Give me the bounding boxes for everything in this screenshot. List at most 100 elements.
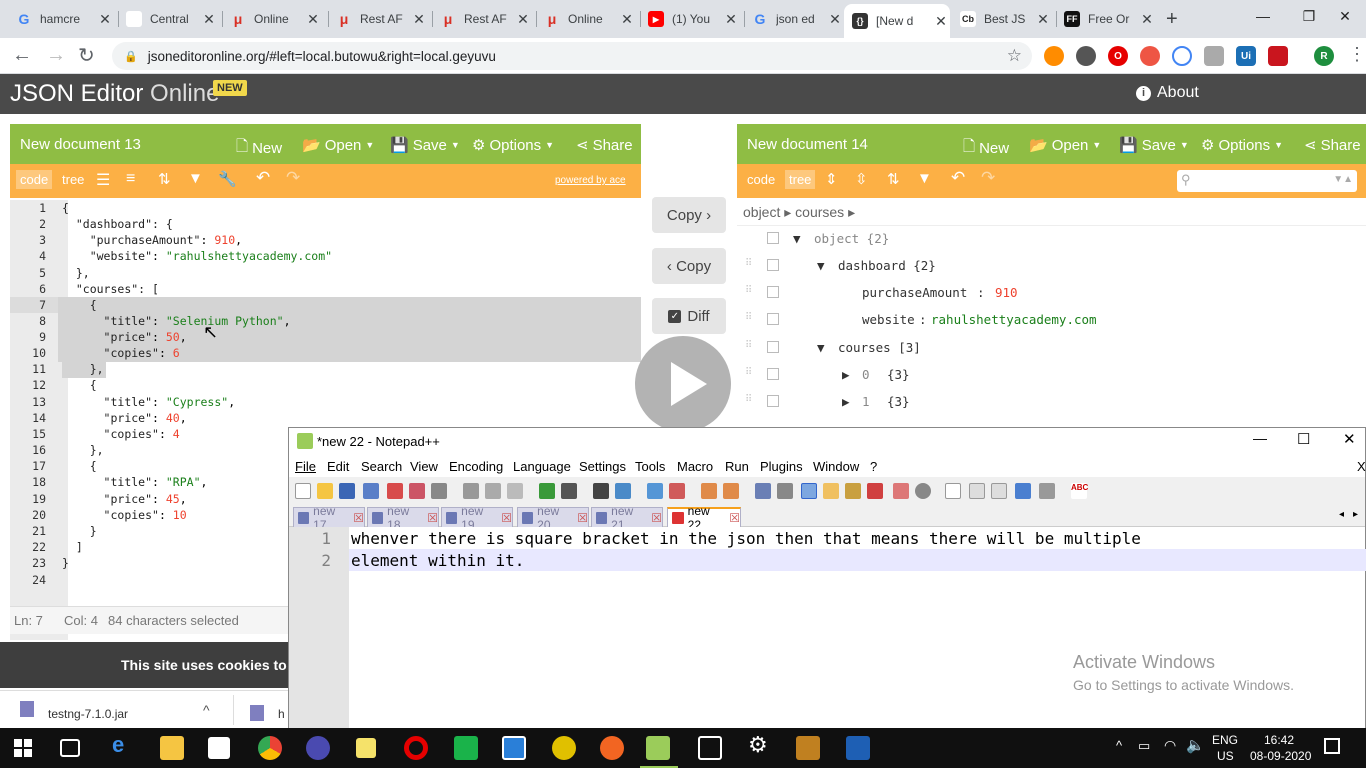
repair-icon[interactable]: 🔧 — [218, 170, 237, 188]
row-checkbox[interactable] — [767, 368, 779, 380]
browser-tab[interactable]: μ Online ✕ — [222, 6, 322, 32]
opera-extension-icon[interactable]: O — [1108, 46, 1128, 66]
chevron-up-icon[interactable]: ^ — [203, 702, 210, 718]
extension-icon[interactable] — [1204, 46, 1224, 66]
photos-icon[interactable] — [698, 736, 722, 760]
notification-icon[interactable] — [1324, 738, 1340, 754]
close-tab-icon[interactable]: ☒ — [427, 511, 438, 525]
sort-icon[interactable]: ⇅ — [158, 170, 171, 188]
word-wrap-icon[interactable] — [755, 483, 771, 499]
browser-tab[interactable]: G hamcre ✕ — [8, 6, 114, 32]
redo-icon[interactable] — [561, 483, 577, 499]
tree-mode-button[interactable]: tree — [785, 170, 816, 189]
collapsed-icon[interactable]: ▶ — [842, 394, 850, 409]
document-name[interactable]: New document 13 — [20, 136, 141, 153]
profile-avatar[interactable]: R — [1314, 46, 1334, 66]
settings-gear-icon[interactable]: ⚙ — [748, 732, 772, 757]
bookmark-star-icon[interactable]: ☆ — [1007, 46, 1022, 66]
undo-icon[interactable] — [539, 483, 555, 499]
close-tab-icon[interactable]: ✕ — [722, 11, 740, 28]
close-tab-icon[interactable]: ☒ — [501, 511, 512, 525]
share-button[interactable]: ⋖ Share — [1304, 136, 1361, 155]
redo-icon[interactable]: ↷ — [286, 168, 300, 188]
monitor-icon[interactable] — [893, 483, 909, 499]
tree-row-item[interactable]: ⠿ ▶ 1 {3} — [737, 388, 1366, 415]
spell-check-icon[interactable]: ABC — [1071, 483, 1088, 499]
doc-tab[interactable]: new 20 ☒ — [517, 504, 589, 532]
new-button[interactable]: 🗋 New — [963, 136, 1009, 161]
extension-icon[interactable] — [1172, 46, 1192, 66]
menu-language[interactable]: Language — [513, 459, 571, 474]
paste-icon[interactable] — [507, 483, 523, 499]
tree-mode-button[interactable]: tree — [62, 172, 84, 187]
tree-row-dashboard[interactable]: ⠿ ▼ dashboard {2} — [737, 252, 1366, 279]
expand-icon[interactable]: ▼ — [817, 258, 825, 273]
close-window-icon[interactable]: ✕ — [1343, 430, 1356, 448]
replace-icon[interactable] — [615, 483, 631, 499]
app-icon[interactable] — [502, 736, 526, 760]
play-macro-icon[interactable] — [991, 483, 1007, 499]
menu-close-doc[interactable]: X — [1357, 459, 1366, 474]
row-checkbox[interactable] — [767, 313, 779, 325]
doc-tab-active[interactable]: new 22 ☒ — [667, 504, 741, 532]
menu-file[interactable]: File — [295, 459, 316, 474]
battery-icon[interactable]: ▭ — [1138, 738, 1150, 754]
macro-icon[interactable] — [915, 483, 931, 499]
new-tab-icon[interactable]: + — [1166, 8, 1178, 31]
open-button[interactable]: 📂 Open ▼ — [302, 136, 374, 155]
row-checkbox[interactable] — [767, 286, 779, 298]
notepad-editor[interactable]: 1 whenver there is square bracket in the… — [289, 527, 1366, 729]
wifi-icon[interactable]: ◠ — [1164, 737, 1176, 754]
menu-macro[interactable]: Macro — [677, 459, 713, 474]
extension-icon[interactable]: Ui — [1236, 46, 1256, 66]
tree-row-purchase[interactable]: ⠿ purchaseAmount : 910 — [737, 279, 1366, 306]
store-icon[interactable] — [208, 737, 230, 759]
tree-row-courses[interactable]: ⠿ ▼ courses [3] — [737, 334, 1366, 361]
save-all-icon[interactable] — [363, 483, 379, 499]
sticky-notes-icon[interactable] — [356, 738, 376, 758]
word-icon[interactable] — [846, 736, 870, 760]
sync-v-icon[interactable] — [701, 483, 717, 499]
drag-handle-icon[interactable]: ⠿ — [745, 340, 755, 354]
close-tab-icon[interactable]: ✕ — [1034, 11, 1052, 28]
close-tab-icon[interactable]: ✕ — [200, 11, 218, 28]
chrome-icon[interactable] — [258, 736, 282, 760]
close-tab-icon[interactable]: ☒ — [729, 511, 740, 525]
close-tab-icon[interactable]: ✕ — [618, 11, 636, 28]
row-checkbox[interactable] — [767, 259, 779, 271]
open-file-icon[interactable] — [317, 483, 333, 499]
doc-tab[interactable]: new 18 ☒ — [367, 504, 439, 532]
doc-tab[interactable]: new 19 ☒ — [441, 504, 513, 532]
folder-workspace-icon[interactable] — [867, 483, 883, 499]
cut-icon[interactable] — [463, 483, 479, 499]
menu-plugins[interactable]: Plugins — [760, 459, 803, 474]
new-file-icon[interactable] — [295, 483, 311, 499]
tree-row-item[interactable]: ⠿ ▶ 0 {3} — [737, 361, 1366, 388]
expand-icon[interactable]: ▼ — [817, 340, 825, 355]
function-list-icon[interactable] — [845, 483, 861, 499]
close-tab-icon[interactable]: ✕ — [826, 11, 844, 28]
copy-left-button[interactable]: ‹ Copy — [652, 248, 726, 284]
app-icon[interactable] — [306, 736, 330, 760]
app-icon[interactable] — [454, 736, 478, 760]
expand-icon[interactable]: ▼ — [793, 231, 801, 246]
drag-handle-icon[interactable]: ⠿ — [745, 258, 755, 272]
save-button[interactable]: 💾 Save ▼ — [390, 136, 460, 155]
browser-tab[interactable]: μ Online ✕ — [536, 6, 636, 32]
close-tab-icon[interactable]: ✕ — [304, 11, 322, 28]
row-checkbox[interactable] — [767, 395, 779, 407]
drag-handle-icon[interactable]: ⠿ — [745, 367, 755, 381]
indent-guide-icon[interactable] — [801, 483, 817, 499]
browser-tab-active[interactable]: {} [New d ✕ — [844, 4, 950, 38]
about-link[interactable]: i About — [1136, 84, 1199, 102]
minimize-icon[interactable]: — — [1253, 430, 1267, 446]
menu-tools[interactable]: Tools — [635, 459, 665, 474]
powered-by-ace-link[interactable]: powered by ace — [555, 175, 626, 186]
browser-tab[interactable]: ▶ (1) You ✕ — [640, 6, 740, 32]
tree-row-root[interactable]: ▼ object {2} — [737, 225, 1366, 252]
menu-search[interactable]: Search — [361, 459, 402, 474]
close-tab-icon[interactable]: ✕ — [410, 11, 428, 28]
app-icon[interactable] — [796, 736, 820, 760]
share-button[interactable]: ⋖ Share — [576, 136, 633, 155]
compact-icon[interactable]: ≡ — [126, 170, 135, 188]
